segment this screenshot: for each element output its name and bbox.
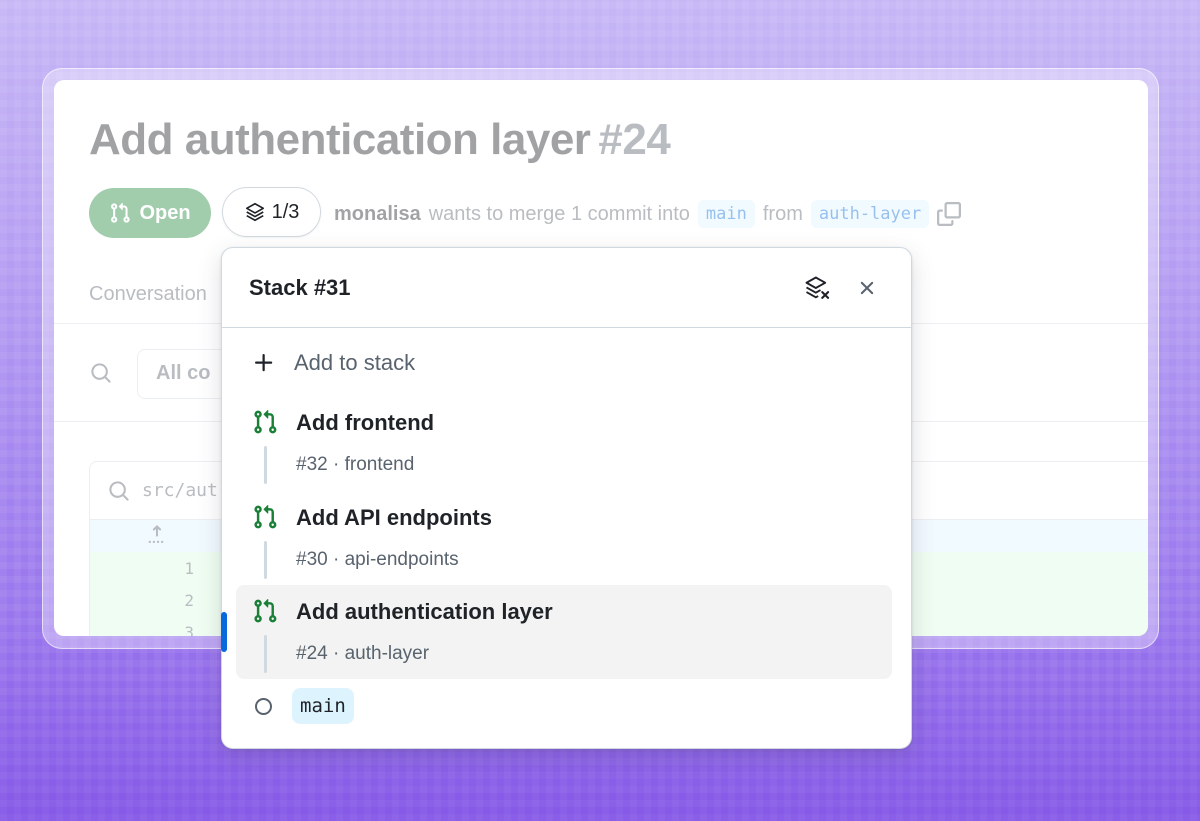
pr-title-text: Add authentication layer (89, 115, 591, 164)
stack-connector (264, 541, 267, 579)
stack-item[interactable]: Add API endpoints #30 · api-endpoints (236, 491, 892, 585)
pull-request-icon (254, 409, 277, 434)
stack-title: Stack #31 (249, 274, 351, 300)
status-label: Open (139, 201, 191, 224)
stack-base: main (255, 688, 354, 724)
author-link[interactable]: monalisa (334, 203, 421, 226)
line-number[interactable]: 2 (90, 591, 194, 610)
stack-item-title: Add authentication layer (296, 599, 553, 624)
line-number[interactable]: 1 (90, 559, 194, 578)
branch-base-icon (255, 697, 272, 715)
merge-text: wants to merge 1 commit into (428, 202, 690, 225)
stack-item-current[interactable]: Add authentication layer #24 · auth-laye… (236, 585, 892, 679)
head-branch-chip[interactable]: auth-layer (810, 200, 930, 228)
from-text: from (762, 202, 803, 225)
stack-item-meta: #24 · auth-layer (296, 643, 430, 664)
file-path[interactable]: src/aut (142, 480, 218, 501)
close-icon (860, 281, 874, 294)
line-number[interactable]: 3 (90, 623, 194, 637)
base-branch-chip[interactable]: main (697, 200, 755, 228)
pull-request-icon (254, 598, 277, 623)
plus-icon (255, 354, 273, 372)
expand-up-icon[interactable] (146, 524, 168, 546)
stack-position-label: 1/3 (271, 200, 300, 223)
stack-item-meta: #30 · api-endpoints (296, 549, 459, 570)
stack-connector (264, 446, 267, 484)
stack-item-title: Add API endpoints (296, 505, 492, 530)
close-button[interactable] (850, 271, 884, 305)
status-badge: Open (89, 188, 211, 238)
stack-item-title: Add frontend (296, 410, 435, 435)
stack-popover: Stack #31 Add to stack Add frontend #32 … (221, 247, 912, 749)
pull-request-icon (111, 202, 131, 223)
stack-remove-icon (805, 276, 830, 299)
stack-popover-header: Stack #31 (222, 248, 911, 328)
pr-meta: monalisa wants to merge 1 commit into ma… (334, 198, 962, 230)
page-title: Add authentication layer #24 (89, 115, 671, 165)
copy-icon[interactable] (937, 202, 962, 226)
search-icon[interactable] (90, 362, 112, 384)
pr-number: #24 (598, 115, 671, 164)
pull-request-icon (254, 504, 277, 529)
tab-conversation[interactable]: Conversation (89, 283, 207, 306)
add-to-stack-button[interactable]: Add to stack (252, 350, 415, 376)
stack-icon (245, 202, 264, 222)
stack-item-meta: #32 · frontend (296, 454, 415, 475)
stack-connector (264, 635, 267, 673)
stack-item[interactable]: Add frontend #32 · frontend (236, 396, 892, 490)
search-icon (109, 480, 129, 501)
current-item-indicator (221, 612, 227, 652)
base-branch-chip[interactable]: main (292, 688, 354, 724)
add-to-stack-label: Add to stack (294, 350, 416, 375)
stack-toggle-button[interactable]: 1/3 (222, 187, 321, 237)
unstack-button[interactable] (800, 271, 834, 305)
